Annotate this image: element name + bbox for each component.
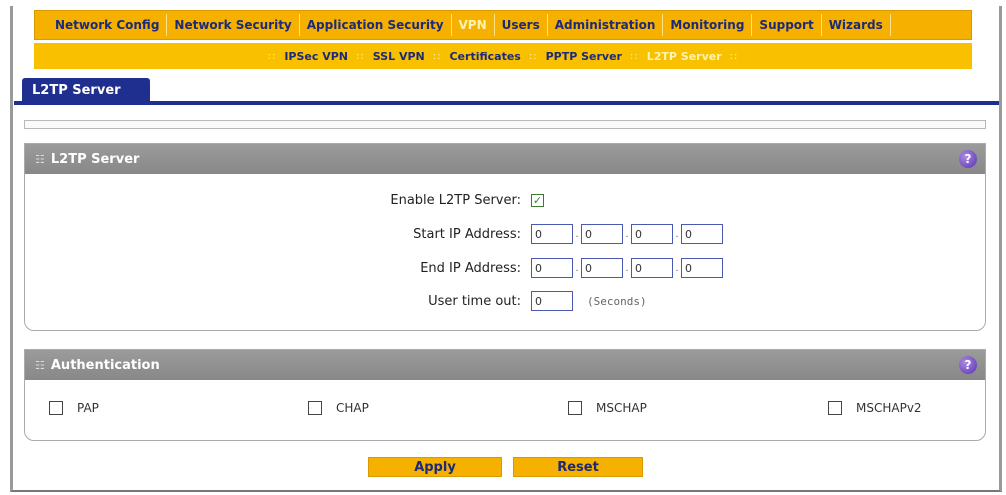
subnav-pptp-server[interactable]: PPTP Server: [546, 50, 622, 63]
ip-dot: .: [675, 228, 679, 240]
l2tp-server-section: ☷ L2TP Server ? Enable L2TP Server: Star…: [24, 143, 986, 331]
section-title: Authentication: [50, 357, 160, 373]
nav-network-security[interactable]: Network Security: [168, 10, 297, 40]
start-ip-octet-1[interactable]: [531, 224, 573, 244]
ip-dot: .: [575, 228, 579, 240]
start-ip-label: Start IP Address:: [413, 226, 521, 242]
nav-vpn[interactable]: VPN: [453, 10, 493, 40]
nav-separator: [662, 14, 664, 36]
subnav-separator: ::: [432, 50, 442, 62]
chap-label: CHAP: [336, 401, 369, 415]
end-ip-octet-3[interactable]: [631, 258, 673, 278]
end-ip-row: End IP Address: . . .: [341, 258, 723, 278]
nav-network-config[interactable]: Network Config: [49, 10, 165, 40]
subnav-separator: ::: [629, 50, 639, 62]
nav-support[interactable]: Support: [753, 10, 819, 40]
start-ip-octet-4[interactable]: [681, 224, 723, 244]
subnav-l2tp-server[interactable]: L2TP Server: [647, 50, 722, 63]
start-ip-octet-3[interactable]: [631, 224, 673, 244]
main-nav: Network Config Network Security Applicat…: [34, 10, 972, 40]
auth-option-mschap: MSCHAP: [568, 401, 647, 415]
subnav-ssl-vpn[interactable]: SSL VPN: [373, 50, 425, 63]
ip-dot: .: [625, 262, 629, 274]
nav-separator: [493, 14, 495, 36]
timeout-unit: (Seconds): [587, 294, 647, 308]
grip-icon: ☷: [35, 152, 45, 166]
authentication-section: ☷ Authentication ? PAP CHAP MSCHAP MSCHA…: [24, 349, 986, 441]
timeout-label: User time out:: [428, 293, 521, 309]
auth-option-chap: CHAP: [308, 401, 369, 415]
auth-option-pap: PAP: [49, 401, 99, 415]
reset-button[interactable]: Reset: [513, 457, 643, 477]
nav-separator: [546, 14, 548, 36]
end-ip-octet-4[interactable]: [681, 258, 723, 278]
nav-monitoring[interactable]: Monitoring: [664, 10, 750, 40]
nav-separator: [889, 14, 891, 36]
section-title: L2TP Server: [50, 151, 140, 167]
mschap-label: MSCHAP: [596, 401, 647, 415]
start-ip-row: Start IP Address: . . .: [341, 224, 723, 244]
subnav-ipsec-vpn[interactable]: IPSec VPN: [284, 50, 348, 63]
help-icon[interactable]: ?: [959, 150, 977, 168]
end-ip-octet-2[interactable]: [581, 258, 623, 278]
ip-dot: .: [575, 262, 579, 274]
tab-l2tp-server[interactable]: L2TP Server: [22, 78, 150, 102]
enable-l2tp-checkbox[interactable]: [531, 194, 544, 207]
subnav-separator: ::: [528, 50, 538, 62]
nav-users[interactable]: Users: [496, 10, 546, 40]
pap-label: PAP: [77, 401, 99, 415]
message-bar: [24, 120, 986, 129]
nav-separator: [820, 14, 822, 36]
start-ip-octet-2[interactable]: [581, 224, 623, 244]
enable-label: Enable L2TP Server:: [390, 193, 521, 208]
mschapv2-checkbox[interactable]: [828, 401, 842, 415]
subnav-separator: ::: [356, 50, 365, 62]
apply-button[interactable]: Apply: [368, 457, 502, 477]
subnav-certificates[interactable]: Certificates: [449, 50, 520, 63]
tab-underline: [14, 101, 999, 105]
nav-separator: [450, 14, 452, 36]
timeout-input[interactable]: [531, 291, 573, 311]
pap-checkbox[interactable]: [49, 401, 63, 415]
timeout-row: User time out: (Seconds): [341, 291, 647, 311]
grip-icon: ☷: [35, 358, 45, 372]
nav-application-security[interactable]: Application Security: [301, 10, 450, 40]
mschap-checkbox[interactable]: [568, 401, 582, 415]
mschapv2-label: MSCHAPv2: [856, 401, 922, 415]
nav-wizards[interactable]: Wizards: [823, 10, 889, 40]
subnav-separator: ::: [729, 50, 739, 62]
nav-separator: [166, 14, 168, 36]
nav-administration[interactable]: Administration: [549, 10, 662, 40]
auth-option-mschapv2: MSCHAPv2: [828, 401, 922, 415]
nav-separator: [298, 14, 300, 36]
help-icon[interactable]: ?: [959, 356, 977, 374]
chap-checkbox[interactable]: [308, 401, 322, 415]
subnav-separator: ::: [267, 50, 277, 62]
section-header: ☷ L2TP Server ?: [25, 144, 985, 174]
end-ip-octet-1[interactable]: [531, 258, 573, 278]
sub-nav: :: IPSec VPN :: SSL VPN :: Certificates …: [34, 43, 972, 69]
end-ip-label: End IP Address:: [420, 260, 521, 276]
section-header: ☷ Authentication ?: [25, 350, 985, 380]
enable-row: Enable L2TP Server:: [341, 193, 544, 208]
ip-dot: .: [625, 228, 629, 240]
ip-dot: .: [675, 262, 679, 274]
nav-separator: [751, 14, 753, 36]
